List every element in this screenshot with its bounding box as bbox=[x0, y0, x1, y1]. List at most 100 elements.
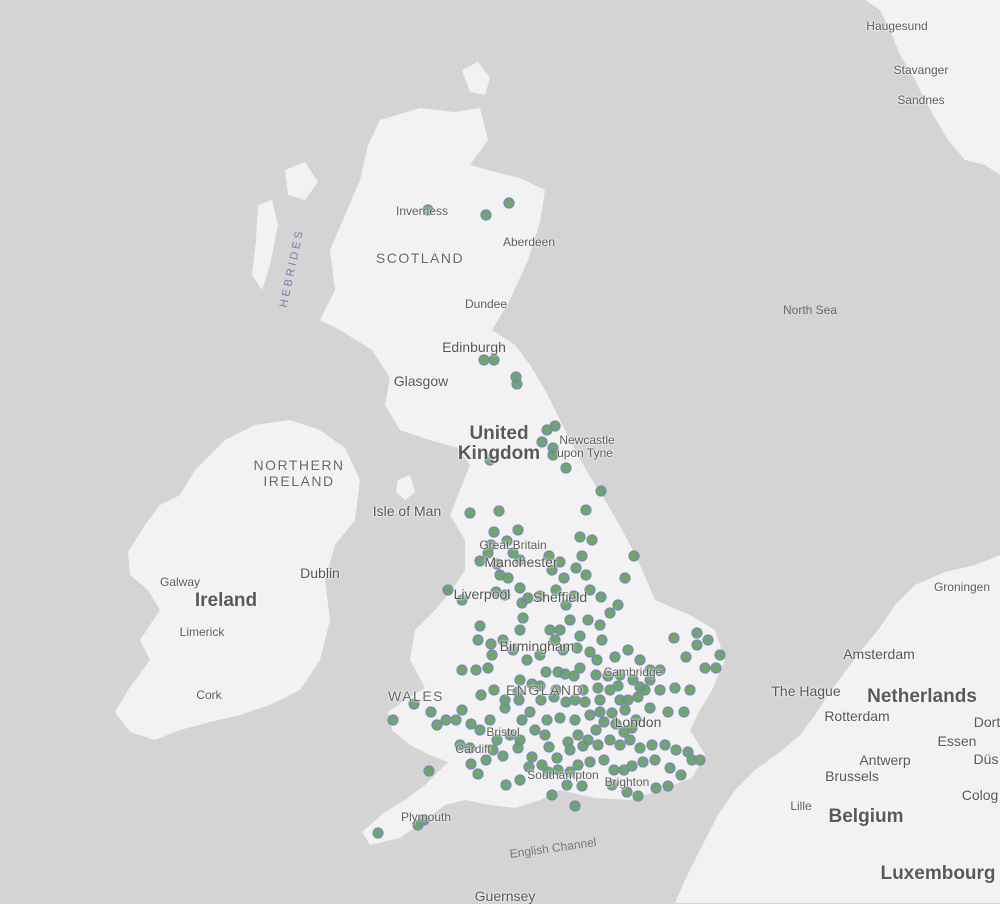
location-marker[interactable] bbox=[554, 624, 566, 636]
location-marker[interactable] bbox=[560, 696, 572, 708]
location-marker[interactable] bbox=[659, 739, 671, 751]
location-marker[interactable] bbox=[662, 706, 674, 718]
location-marker[interactable] bbox=[595, 591, 607, 603]
location-marker[interactable] bbox=[499, 702, 511, 714]
location-marker[interactable] bbox=[649, 754, 661, 766]
location-marker[interactable] bbox=[464, 507, 476, 519]
location-marker[interactable] bbox=[440, 714, 452, 726]
map-view[interactable]: Haugesund Stavanger Sandnes Inverness Ab… bbox=[0, 0, 1000, 903]
location-marker[interactable] bbox=[592, 739, 604, 751]
location-marker[interactable] bbox=[475, 689, 487, 701]
location-marker[interactable] bbox=[551, 752, 563, 764]
location-marker[interactable] bbox=[562, 736, 574, 748]
location-marker[interactable] bbox=[668, 632, 680, 644]
location-marker[interactable] bbox=[482, 662, 494, 674]
location-marker[interactable] bbox=[590, 669, 602, 681]
location-marker[interactable] bbox=[609, 651, 621, 663]
location-marker[interactable] bbox=[465, 718, 477, 730]
location-marker[interactable] bbox=[514, 624, 526, 636]
location-marker[interactable] bbox=[691, 627, 703, 639]
location-marker[interactable] bbox=[580, 569, 592, 581]
location-marker[interactable] bbox=[574, 630, 586, 642]
location-marker[interactable] bbox=[486, 649, 498, 661]
location-marker[interactable] bbox=[425, 706, 437, 718]
location-marker[interactable] bbox=[598, 716, 610, 728]
location-marker[interactable] bbox=[541, 714, 553, 726]
location-marker[interactable] bbox=[543, 741, 555, 753]
location-marker[interactable] bbox=[582, 614, 594, 626]
location-marker[interactable] bbox=[614, 739, 626, 751]
location-marker[interactable] bbox=[699, 662, 711, 674]
location-marker[interactable] bbox=[569, 800, 581, 812]
location-marker[interactable] bbox=[470, 664, 482, 676]
location-marker[interactable] bbox=[632, 790, 644, 802]
location-marker[interactable] bbox=[500, 779, 512, 791]
location-marker[interactable] bbox=[580, 504, 592, 516]
location-marker[interactable] bbox=[662, 780, 674, 792]
location-marker[interactable] bbox=[497, 750, 509, 762]
location-marker[interactable] bbox=[546, 789, 558, 801]
location-marker[interactable] bbox=[637, 756, 649, 768]
location-marker[interactable] bbox=[596, 634, 608, 646]
location-marker[interactable] bbox=[516, 714, 528, 726]
location-marker[interactable] bbox=[584, 756, 596, 768]
location-marker[interactable] bbox=[680, 651, 692, 663]
location-marker[interactable] bbox=[675, 769, 687, 781]
location-marker[interactable] bbox=[493, 505, 505, 517]
location-marker[interactable] bbox=[684, 684, 696, 696]
location-marker[interactable] bbox=[387, 714, 399, 726]
location-marker[interactable] bbox=[612, 599, 624, 611]
location-marker[interactable] bbox=[574, 531, 586, 543]
location-marker[interactable] bbox=[485, 638, 497, 650]
location-marker[interactable] bbox=[664, 762, 676, 774]
location-marker[interactable] bbox=[516, 597, 528, 609]
location-marker[interactable] bbox=[511, 378, 523, 390]
location-marker[interactable] bbox=[586, 534, 598, 546]
location-marker[interactable] bbox=[590, 724, 602, 736]
location-marker[interactable] bbox=[474, 724, 486, 736]
location-marker[interactable] bbox=[529, 724, 541, 736]
location-marker[interactable] bbox=[595, 485, 607, 497]
location-marker[interactable] bbox=[372, 827, 384, 839]
location-marker[interactable] bbox=[591, 654, 603, 666]
location-marker[interactable] bbox=[710, 662, 722, 674]
location-marker[interactable] bbox=[604, 607, 616, 619]
location-marker[interactable] bbox=[450, 714, 462, 726]
location-marker[interactable] bbox=[512, 742, 524, 754]
location-marker[interactable] bbox=[526, 751, 538, 763]
location-marker[interactable] bbox=[484, 714, 496, 726]
location-marker[interactable] bbox=[622, 644, 634, 656]
location-marker[interactable] bbox=[570, 562, 582, 574]
location-marker[interactable] bbox=[514, 774, 526, 786]
location-marker[interactable] bbox=[634, 742, 646, 754]
location-marker[interactable] bbox=[474, 620, 486, 632]
location-marker[interactable] bbox=[478, 354, 490, 366]
location-marker[interactable] bbox=[517, 612, 529, 624]
location-marker[interactable] bbox=[576, 780, 588, 792]
location-marker[interactable] bbox=[502, 572, 514, 584]
location-marker[interactable] bbox=[628, 550, 640, 562]
location-marker[interactable] bbox=[714, 649, 726, 661]
location-marker[interactable] bbox=[541, 424, 553, 436]
location-marker[interactable] bbox=[584, 709, 596, 721]
location-marker[interactable] bbox=[540, 666, 552, 678]
location-marker[interactable] bbox=[569, 714, 581, 726]
location-marker[interactable] bbox=[456, 704, 468, 716]
location-marker[interactable] bbox=[539, 729, 551, 741]
location-marker[interactable] bbox=[650, 782, 662, 794]
location-marker[interactable] bbox=[619, 572, 631, 584]
location-marker[interactable] bbox=[488, 684, 500, 696]
location-marker[interactable] bbox=[669, 682, 681, 694]
location-marker[interactable] bbox=[456, 664, 468, 676]
location-marker[interactable] bbox=[614, 694, 626, 706]
location-marker[interactable] bbox=[560, 462, 572, 474]
location-marker[interactable] bbox=[514, 582, 526, 594]
location-marker[interactable] bbox=[431, 719, 443, 731]
location-marker[interactable] bbox=[598, 754, 610, 766]
location-marker[interactable] bbox=[552, 666, 564, 678]
location-marker[interactable] bbox=[472, 634, 484, 646]
location-marker[interactable] bbox=[702, 634, 714, 646]
location-marker[interactable] bbox=[524, 706, 536, 718]
location-marker[interactable] bbox=[594, 706, 606, 718]
location-marker[interactable] bbox=[618, 764, 630, 776]
